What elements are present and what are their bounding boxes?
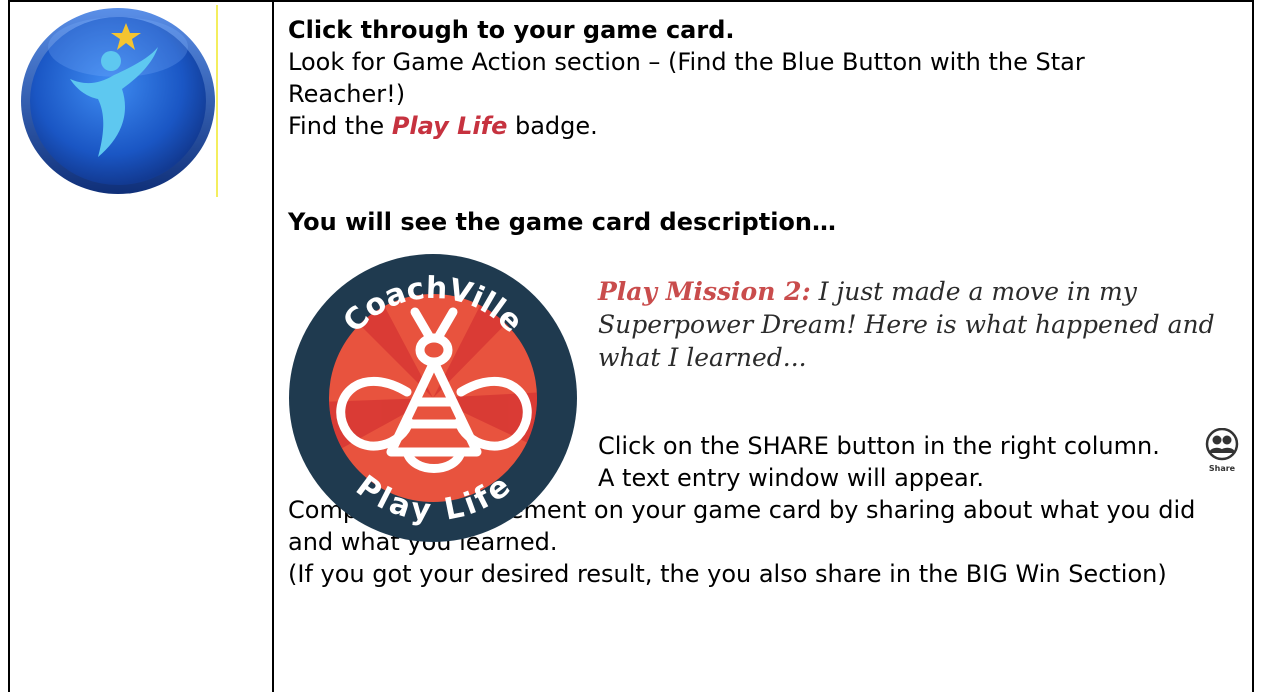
column-divider (272, 0, 274, 692)
step-line: Find the Play Life badge. (288, 110, 598, 142)
step-text: Find the (288, 112, 392, 140)
play-life-badge: CoachVille Play Life (289, 254, 577, 542)
description-heading: You will see the game card description… (288, 208, 836, 236)
mission-text: Superpower Dream! Here is what happened … (598, 310, 1215, 339)
big-win-note: (If you got your desired result, the you… (288, 560, 1167, 588)
mission-label: Play Mission 2 (598, 277, 802, 306)
step-line: Reacher!) (288, 80, 406, 108)
play-life-label: Play Life (391, 112, 508, 140)
share-icon: Share (1205, 428, 1239, 473)
share-instruction: Click on the SHARE button in the right c… (598, 432, 1160, 460)
step-heading: Click through to your game card. (288, 16, 735, 44)
star-reacher-logo (21, 8, 215, 194)
mission-text: what I learned... (598, 343, 807, 372)
step-line: Look for Game Action section – (Find the… (288, 48, 1085, 76)
share-icon-label: Share (1209, 464, 1236, 473)
text-entry-note: A text entry window will appear. (598, 464, 985, 492)
mission-description: Play Mission 2: I just made a move in my… (598, 275, 1238, 374)
logo-edge (216, 5, 218, 197)
mission-colon: : (801, 277, 811, 306)
step-text: badge. (507, 112, 598, 140)
mission-text: I just made a move in my (810, 277, 1137, 306)
